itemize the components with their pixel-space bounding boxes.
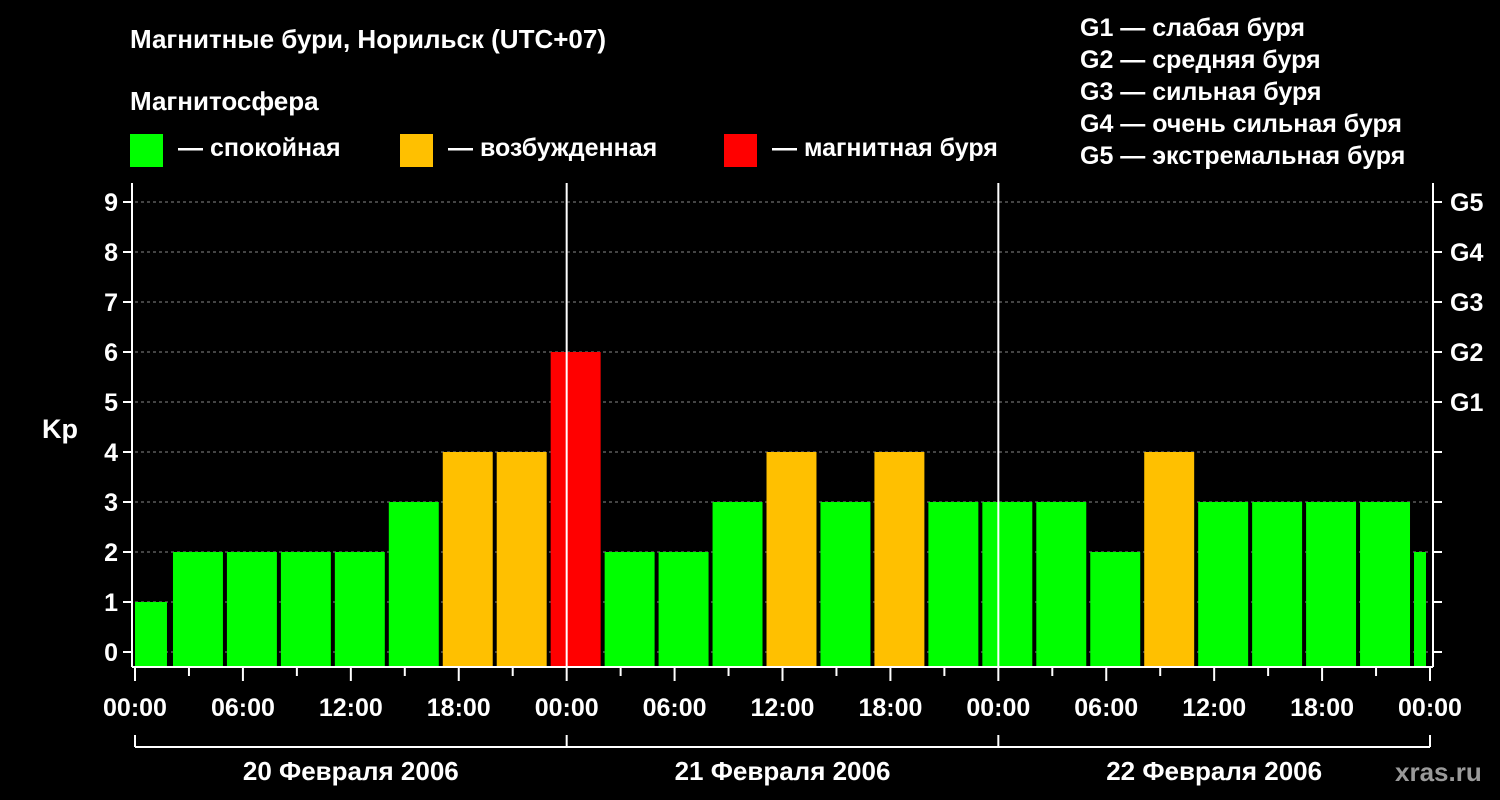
bar <box>820 502 871 667</box>
bar <box>1036 502 1087 667</box>
bar <box>766 452 817 667</box>
storm-scale-tick-label: G3 <box>1450 289 1483 317</box>
legend-swatch-quiet <box>130 134 163 167</box>
bar <box>712 502 763 667</box>
legend-label-quiet: — спокойная <box>178 134 341 162</box>
bar <box>334 552 385 667</box>
bar <box>1252 502 1303 667</box>
y-axis-label: Kp <box>42 414 78 444</box>
x-tick-label: 00:00 <box>966 694 1030 722</box>
y-tick-label: 9 <box>104 189 118 217</box>
x-tick-label: 06:00 <box>211 694 275 722</box>
x-tick-label: 12:00 <box>1182 694 1246 722</box>
storm-scale-tick-label: G5 <box>1450 189 1483 217</box>
x-tick-label: 18:00 <box>1290 694 1354 722</box>
bar <box>604 552 655 667</box>
legend-label-storm: — магнитная буря <box>772 134 998 162</box>
x-tick-label: 18:00 <box>427 694 491 722</box>
storm-scale-tick-label: G4 <box>1450 239 1483 267</box>
legend-swatch-active <box>400 134 433 167</box>
x-tick-label: 18:00 <box>858 694 922 722</box>
watermark: xras.ru <box>1395 757 1482 787</box>
x-tick-label: 12:00 <box>319 694 383 722</box>
chart-title: Магнитные бури, Норильск (UTC+07) <box>130 24 606 54</box>
bar <box>388 502 439 667</box>
y-tick-label: 8 <box>104 239 118 267</box>
bar <box>280 552 331 667</box>
bar <box>1414 552 1426 667</box>
bar <box>172 552 223 667</box>
bar <box>1090 552 1141 667</box>
storm-scale-legend-g1: G1 — слабая буря <box>1080 14 1306 42</box>
bar <box>496 452 547 667</box>
y-tick-label: 3 <box>104 489 118 517</box>
day-label: 22 Февраля 2006 <box>1106 756 1322 786</box>
x-tick-label: 00:00 <box>1398 694 1462 722</box>
bar <box>135 602 167 667</box>
bar <box>442 452 493 667</box>
state-legend-title: Магнитосфера <box>130 86 319 116</box>
storm-scale-legend-g3: G3 — сильная буря <box>1080 78 1322 106</box>
bar <box>982 502 1033 667</box>
x-tick-label: 00:00 <box>103 694 167 722</box>
storm-scale-legend-g4: G4 — очень сильная буря <box>1080 110 1402 138</box>
x-tick-label: 06:00 <box>643 694 707 722</box>
x-tick-label: 00:00 <box>535 694 599 722</box>
y-tick-label: 1 <box>104 589 118 617</box>
y-tick-label: 5 <box>104 389 118 417</box>
bar <box>1198 502 1249 667</box>
bar <box>1144 452 1195 667</box>
storm-scale-legend-g2: G2 — средняя буря <box>1080 46 1321 74</box>
day-label: 20 Февраля 2006 <box>243 756 459 786</box>
storm-scale-tick-label: G1 <box>1450 389 1483 417</box>
y-tick-label: 2 <box>104 539 118 567</box>
bar <box>1306 502 1357 667</box>
x-tick-label: 12:00 <box>751 694 815 722</box>
legend-label-active: — возбужденная <box>448 134 658 162</box>
bar <box>874 452 925 667</box>
bar <box>658 552 709 667</box>
y-tick-label: 7 <box>104 289 118 317</box>
bar <box>1360 502 1411 667</box>
storm-scale-legend-g5: G5 — экстремальная буря <box>1080 142 1406 170</box>
x-tick-label: 06:00 <box>1074 694 1138 722</box>
day-label: 21 Февраля 2006 <box>675 756 891 786</box>
y-tick-label: 0 <box>104 639 118 667</box>
y-tick-label: 6 <box>104 339 118 367</box>
bar <box>550 352 601 667</box>
storm-scale-tick-label: G2 <box>1450 339 1483 367</box>
legend-swatch-storm <box>724 134 757 167</box>
y-tick-label: 4 <box>104 439 118 467</box>
bar <box>226 552 277 667</box>
bar <box>928 502 979 667</box>
